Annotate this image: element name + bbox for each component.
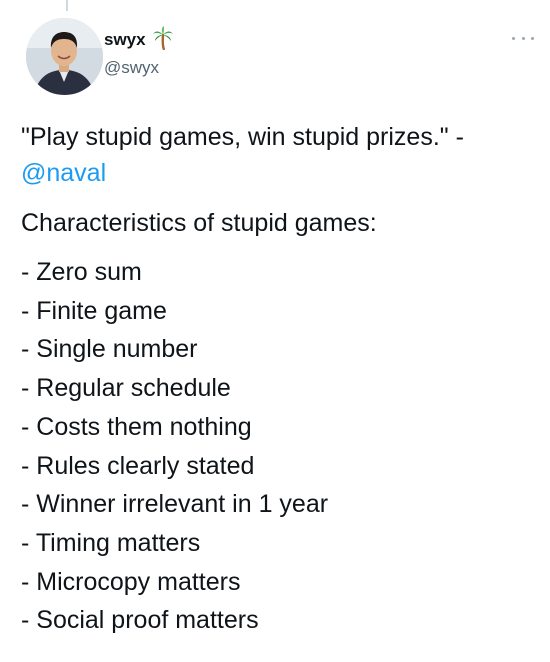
user-handle[interactable]: @swyx bbox=[104, 58, 174, 78]
characteristics-list: - Zero sum - Finite game - Single number… bbox=[21, 253, 546, 640]
tweet-text: "Play stupid games, win stupid prizes." … bbox=[21, 119, 546, 640]
more-options-icon[interactable] bbox=[512, 30, 534, 46]
list-item: - Single number bbox=[21, 335, 198, 364]
thread-connector bbox=[66, 0, 68, 11]
mention-link[interactable]: @naval bbox=[21, 159, 106, 187]
list-item: - Social proof matters bbox=[21, 606, 259, 635]
list-item: - Timing matters bbox=[21, 528, 201, 557]
list-heading: Characteristics of stupid games: bbox=[21, 209, 377, 237]
list-item: - Finite game bbox=[21, 296, 167, 325]
list-item: - Costs them nothing bbox=[21, 412, 252, 441]
avatar[interactable] bbox=[26, 18, 103, 95]
list-item: - Regular schedule bbox=[21, 374, 231, 403]
name-row: swyx bbox=[104, 25, 174, 55]
mention-line: @naval bbox=[21, 155, 546, 191]
tweet-author: swyx @swyx bbox=[104, 25, 174, 78]
list-item: - Winner irrelevant in 1 year bbox=[21, 490, 329, 519]
list-item: - Microcopy matters bbox=[21, 567, 241, 596]
display-name[interactable]: swyx bbox=[104, 30, 146, 50]
quote-text: "Play stupid games, win stupid prizes." … bbox=[21, 123, 464, 151]
list-item: - Zero sum bbox=[21, 258, 142, 286]
palm-tree-icon bbox=[152, 25, 174, 55]
list-item: - Rules clearly stated bbox=[21, 451, 255, 480]
